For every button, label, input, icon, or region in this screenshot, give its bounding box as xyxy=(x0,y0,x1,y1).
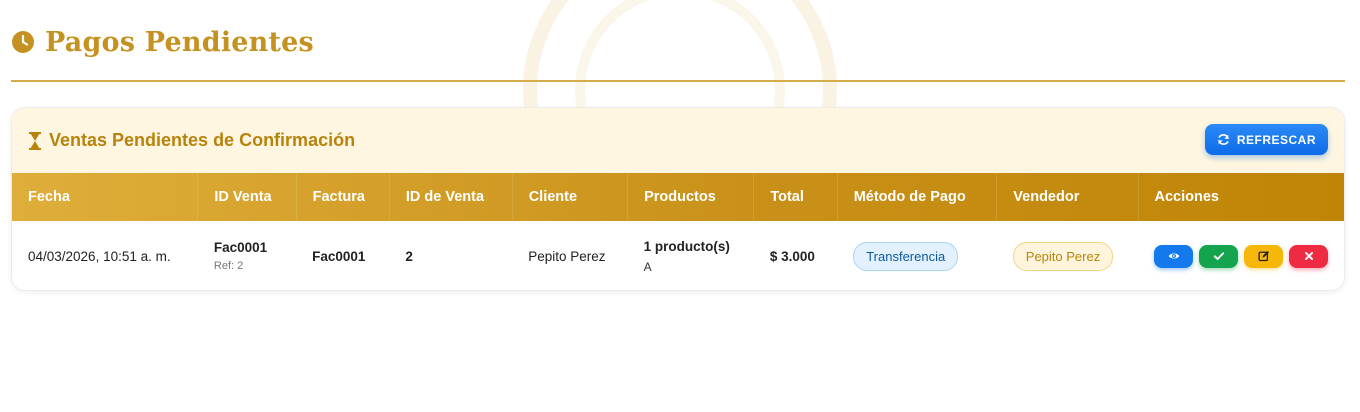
cell-productos: 1 producto(s) A xyxy=(628,221,754,290)
payment-method-badge: Transferencia xyxy=(853,241,959,271)
refresh-icon xyxy=(1218,134,1229,145)
edit-button[interactable] xyxy=(1244,244,1283,268)
id-venta-value: Fac0001 xyxy=(213,240,268,255)
column-header-id-de-venta[interactable]: ID de Venta xyxy=(389,173,513,221)
cell-metodo-pago: Transferencia xyxy=(837,221,997,290)
check-icon xyxy=(1213,252,1224,260)
page-header: Pagos Pendientes xyxy=(11,24,1345,82)
card-header: Ventas Pendientes de Confirmación REFRES… xyxy=(12,108,1344,173)
pending-sales-table: Fecha ID Venta Factura ID de Venta Clien… xyxy=(12,173,1344,290)
hourglass-icon xyxy=(29,131,41,150)
cell-factura: Fac0001 xyxy=(312,248,366,264)
cell-id-venta: Fac0001 Ref: 2 xyxy=(198,221,296,290)
page-title: Pagos Pendientes xyxy=(45,27,314,58)
ref-value: Ref: 2 xyxy=(213,260,244,272)
close-icon xyxy=(1304,252,1313,260)
column-header-fecha[interactable]: Fecha xyxy=(12,173,199,221)
refresh-button[interactable]: REFRESCAR xyxy=(1204,124,1328,155)
reject-button[interactable] xyxy=(1289,244,1328,268)
cell-cliente: Pepito Perez xyxy=(528,248,606,264)
cell-id-de-venta: 2 xyxy=(405,248,413,264)
column-header-factura[interactable]: Factura xyxy=(296,173,390,221)
refresh-button-label: REFRESCAR xyxy=(1236,132,1316,147)
column-header-cliente[interactable]: Cliente xyxy=(512,173,629,221)
productos-detalle: A xyxy=(643,259,652,274)
page: Pagos Pendientes Ventas Pendientes de Co… xyxy=(0,0,1360,412)
cell-total: $ 3.000 xyxy=(769,248,815,264)
column-header-vendedor[interactable]: Vendedor xyxy=(996,173,1139,221)
column-header-metodo-de-pago[interactable]: Método de Pago xyxy=(837,173,998,221)
card-title: Ventas Pendientes de Confirmación xyxy=(49,130,356,150)
cell-fecha: 04/03/2026, 10:51 a. m. xyxy=(28,248,171,264)
table-row: 04/03/2026, 10:51 a. m. Fac0001 Ref: 2 F… xyxy=(12,221,1344,290)
clock-icon xyxy=(12,31,34,53)
edit-icon xyxy=(1257,251,1269,262)
column-header-total[interactable]: Total xyxy=(753,173,838,221)
table-header-row: Fecha ID Venta Factura ID de Venta Clien… xyxy=(12,173,1344,221)
confirm-button[interactable] xyxy=(1199,244,1238,268)
view-button[interactable] xyxy=(1154,244,1193,268)
pending-sales-card: Ventas Pendientes de Confirmación REFRES… xyxy=(11,107,1345,291)
productos-count: 1 producto(s) xyxy=(643,238,730,254)
row-actions xyxy=(1154,244,1328,268)
seller-badge: Pepito Perez xyxy=(1012,241,1114,271)
column-header-acciones: Acciones xyxy=(1154,189,1219,205)
column-header-productos[interactable]: Productos xyxy=(627,173,755,221)
column-header-id-venta[interactable]: ID Venta xyxy=(197,173,297,221)
cell-vendedor: Pepito Perez xyxy=(997,221,1138,290)
eye-icon xyxy=(1168,253,1179,259)
cell-acciones xyxy=(1138,221,1344,290)
